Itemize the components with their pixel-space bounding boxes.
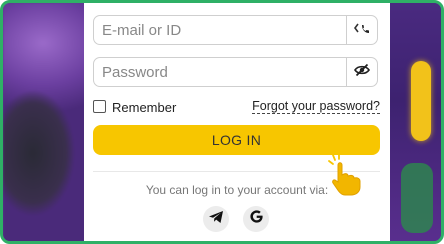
password-visibility-toggle[interactable] [346, 58, 377, 86]
background-green-element [401, 163, 433, 233]
email-field[interactable]: E-mail or ID [93, 15, 378, 45]
password-field[interactable]: Password [93, 57, 378, 87]
email-placeholder: E-mail or ID [102, 22, 182, 39]
google-login-button[interactable] [243, 206, 269, 232]
eye-slash-icon [353, 63, 371, 82]
login-card: E-mail or ID Password Remember Forgot yo… [84, 3, 390, 241]
remember-checkbox[interactable] [93, 100, 106, 113]
phone-icon [353, 21, 371, 40]
telegram-login-button[interactable] [203, 206, 229, 232]
google-icon [249, 209, 264, 229]
phone-toggle-button[interactable] [346, 16, 377, 44]
password-placeholder: Password [102, 64, 168, 81]
remember-label: Remember [112, 100, 177, 115]
telegram-icon [208, 210, 224, 229]
background-left [3, 3, 89, 241]
screenshot-frame: E-mail or ID Password Remember Forgot yo… [0, 0, 444, 244]
pointing-hand-icon [323, 151, 367, 197]
background-yellow-element [411, 61, 431, 141]
forgot-password-link[interactable]: Forgot your password? [252, 99, 380, 114]
login-button-label: LOG IN [211, 132, 262, 148]
